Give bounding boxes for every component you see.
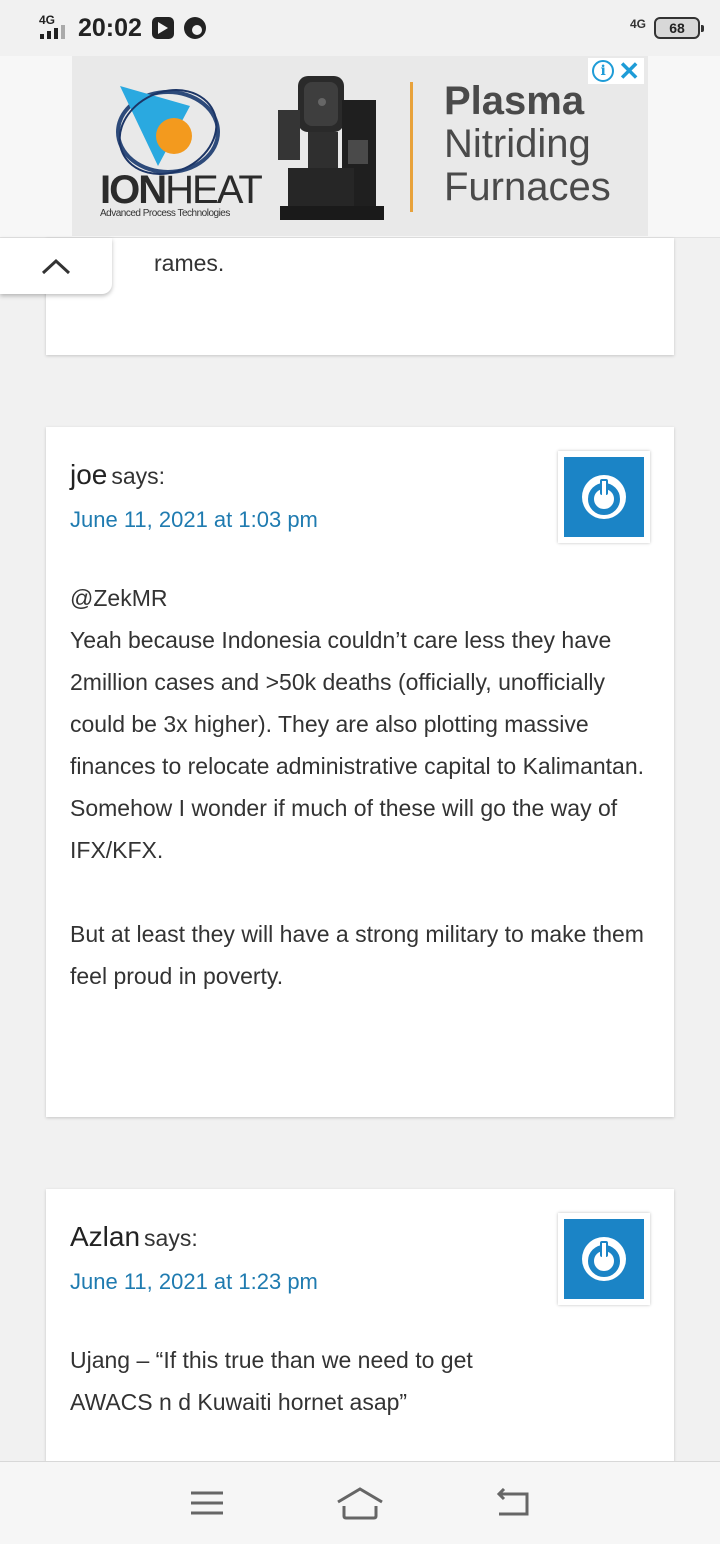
comment-date-link[interactable]: June 11, 2021 at 1:23 pm: [70, 1269, 318, 1295]
comment-card: Azlan says: June 11, 2021 at 1:23 pm Ujan…: [46, 1189, 674, 1489]
power-icon: [582, 1237, 626, 1281]
avatar: [558, 451, 650, 543]
ad-info-icon[interactable]: i: [592, 60, 615, 82]
home-icon: [337, 1487, 383, 1520]
back-button[interactable]: [483, 1478, 543, 1528]
comment-card: rames.: [46, 238, 674, 355]
signal-strength-icon: 4G: [38, 11, 68, 45]
ad-banner-container: IONHEAT Advanced Process Technologies Pl…: [0, 56, 720, 238]
comment-date-link[interactable]: June 11, 2021 at 1:03 pm: [70, 507, 318, 533]
comment-author: joe: [70, 459, 108, 490]
ad-headline: Plasma Nitriding Furnaces: [444, 79, 644, 210]
clock-time: 20:02: [78, 13, 142, 42]
comment-text-fragment: rames.: [154, 250, 225, 276]
chevron-up-icon: [41, 258, 71, 275]
ad-brand-light: HEAT: [165, 168, 263, 212]
back-icon: [497, 1488, 529, 1516]
chrome-notification-icon: [183, 17, 206, 39]
ad-brand-bold: ION: [100, 168, 167, 212]
comment-paragraph: But at least they will have a strong mil…: [70, 921, 644, 989]
ad-headline-line2: Nitriding: [444, 122, 591, 167]
ad-tagline: Advanced Process Technologies: [100, 208, 230, 219]
ad-headline-line1: Plasma: [444, 79, 585, 123]
comment-author-line: joe says:: [70, 459, 165, 491]
ad-headline-line3: Furnaces: [444, 165, 611, 210]
battery-level: 68: [669, 20, 685, 36]
menu-icon: [190, 1491, 223, 1515]
avatar: [558, 1213, 650, 1305]
comment-author-line: Azlan says:: [70, 1221, 198, 1253]
ad-close-icon[interactable]: ✕: [618, 58, 640, 84]
status-bar: 4G 20:02 4G 68: [0, 0, 720, 56]
collapse-ad-button[interactable]: [0, 238, 112, 294]
power-icon: [582, 475, 626, 519]
ad-choices: i ✕: [588, 58, 644, 84]
ad-divider: [410, 82, 413, 212]
battery-icon: 68: [654, 17, 704, 39]
youtube-notification-icon: [151, 17, 174, 39]
comment-says-label: says:: [144, 1225, 198, 1251]
comment-author: Azlan: [70, 1221, 141, 1252]
network-type-label-right: 4G: [629, 17, 646, 31]
comment-paragraph: @ZekMR Yeah because Indonesia couldn’t c…: [70, 585, 645, 863]
system-nav-bar: [0, 1461, 720, 1544]
comment-paragraph: Ujang – “If this true than we need to ge…: [70, 1347, 473, 1415]
furnace-machine-image: [278, 76, 384, 220]
home-button[interactable]: [330, 1478, 390, 1528]
ad-banner[interactable]: IONHEAT Advanced Process Technologies Pl…: [72, 56, 648, 236]
comment-body: @ZekMR Yeah because Indonesia couldn’t c…: [70, 577, 650, 997]
comment-body: Ujang – “If this true than we need to ge…: [70, 1339, 500, 1423]
ad-brand-name: IONHEAT: [100, 168, 263, 213]
menu-button[interactable]: [177, 1478, 237, 1528]
comment-says-label: says:: [111, 463, 166, 489]
comment-card: joe says: June 11, 2021 at 1:03 pm @ZekMR…: [46, 427, 674, 1117]
